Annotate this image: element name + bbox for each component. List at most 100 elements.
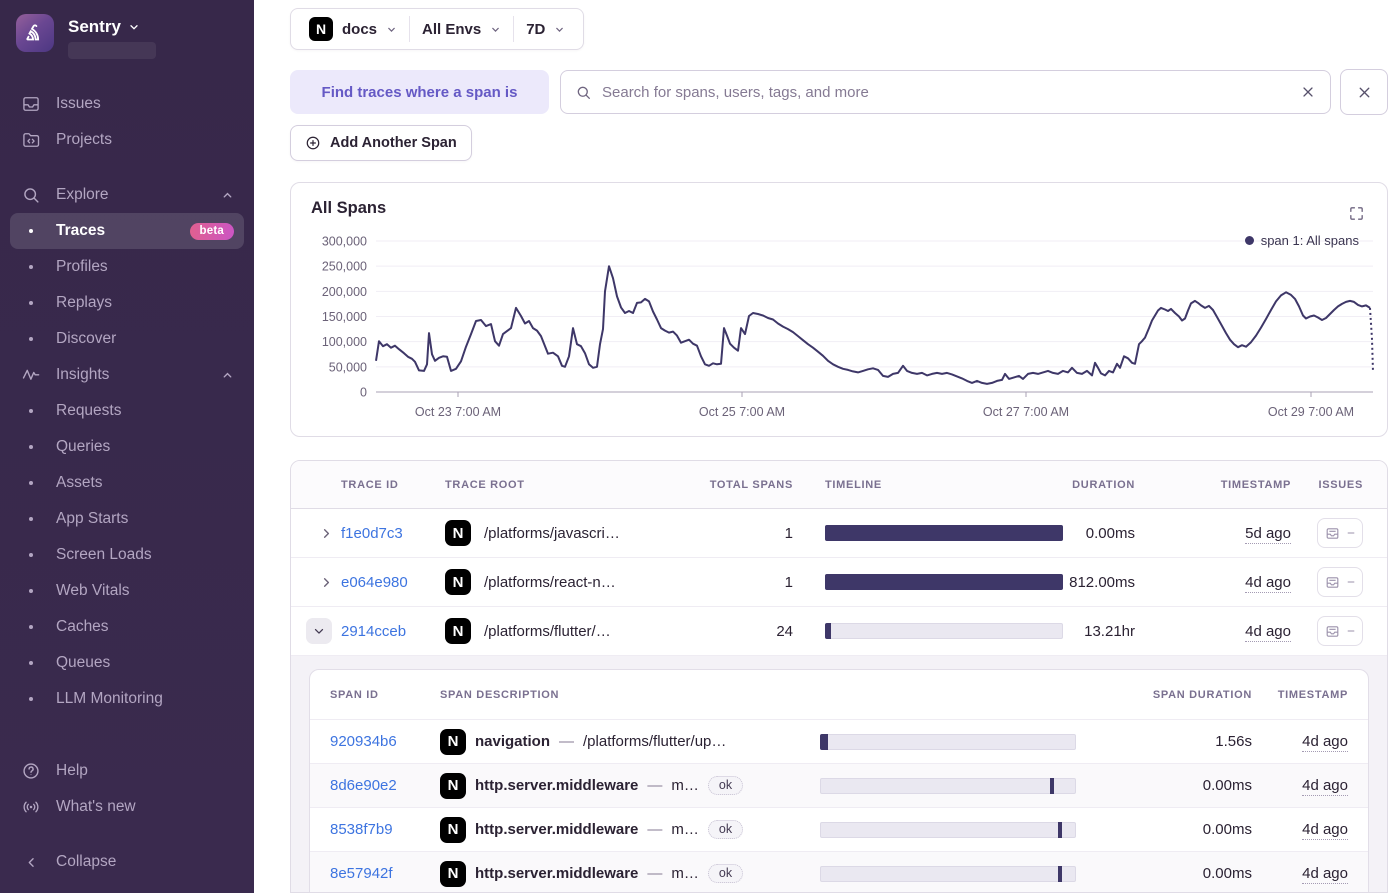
sidebar-item-traces[interactable]: Traces beta	[10, 213, 244, 249]
nextjs-platform-icon: N	[440, 816, 466, 843]
duration: 13.21hr	[1084, 622, 1135, 640]
sidebar-item-queues[interactable]: Queues	[10, 645, 244, 681]
span-duration: 1.56s	[1215, 733, 1252, 750]
date-range-value: 7D	[526, 20, 546, 38]
sentry-logo[interactable]	[16, 14, 54, 52]
col-trace-id: TRACE ID	[341, 478, 399, 491]
span-id-link[interactable]: 920934b6	[330, 733, 440, 750]
sidebar-item-projects[interactable]: Projects	[10, 122, 244, 158]
issues-button[interactable]	[1317, 567, 1363, 597]
sidebar-item-whats-new[interactable]: What's new	[10, 789, 244, 825]
bullet-icon	[20, 553, 42, 557]
bullet-icon	[20, 337, 42, 341]
bullet-icon	[20, 517, 42, 521]
span-id-link[interactable]: 8538f7b9	[330, 821, 440, 838]
sidebar-item-label: Collapse	[56, 853, 117, 870]
spans-subtable-header: SPAN ID SPAN DESCRIPTION SPAN DURATION T…	[310, 670, 1368, 720]
issues-icon	[1326, 576, 1338, 588]
environment-filter[interactable]: All Envs	[410, 9, 513, 49]
duration: 812.00ms	[1069, 573, 1135, 591]
sidebar-item-app-starts[interactable]: App Starts	[10, 501, 244, 537]
sidebar-item-label: Web Vitals	[56, 582, 130, 599]
sidebar-item-queries[interactable]: Queries	[10, 429, 244, 465]
span-search-input[interactable]	[602, 83, 1290, 101]
sentry-logo-icon	[26, 24, 40, 41]
sidebar-item-replays[interactable]: Replays	[10, 285, 244, 321]
issues-icon	[1326, 527, 1338, 539]
sidebar-item-label: What's new	[56, 798, 136, 815]
bullet-icon	[20, 265, 42, 269]
collapse-row-icon[interactable]	[306, 618, 332, 644]
svg-text:50,000: 50,000	[329, 360, 367, 374]
dash-icon	[1347, 630, 1354, 632]
span-row: 8e57942f N http.server.middleware — m… o…	[310, 852, 1368, 892]
expand-row-icon[interactable]	[311, 575, 341, 590]
svg-text:150,000: 150,000	[322, 310, 367, 324]
chevron-up-icon[interactable]	[221, 189, 234, 202]
sidebar-item-profiles[interactable]: Profiles	[10, 249, 244, 285]
add-another-span-button[interactable]: Add Another Span	[290, 125, 472, 161]
span-id-link[interactable]: 8d6e90e2	[330, 777, 440, 794]
total-spans: 1	[784, 573, 793, 591]
sidebar-item-label: Issues	[56, 95, 101, 112]
svg-text:300,000: 300,000	[322, 235, 367, 249]
clear-search-icon[interactable]	[1300, 84, 1316, 100]
sidebar-item-discover[interactable]: Discover	[10, 321, 244, 357]
sidebar-item-label: Profiles	[56, 258, 108, 275]
dash: —	[647, 865, 663, 882]
legend-dot	[1244, 236, 1254, 245]
sidebar-item-insights[interactable]: Insights	[10, 357, 244, 393]
brand-name: Sentry	[68, 17, 121, 36]
table-row: f1e0d7c3 N/platforms/javascri… 1 0.00ms …	[291, 509, 1387, 558]
span-row: 920934b6 N navigation — /platforms/flutt…	[310, 720, 1368, 764]
sidebar-item-caches[interactable]: Caches	[10, 609, 244, 645]
chevron-down-icon	[556, 27, 564, 32]
col-span-duration: SPAN DURATION	[1152, 688, 1252, 701]
sidebar-item-llm-monitoring[interactable]: LLM Monitoring	[10, 681, 244, 717]
span-search-bar	[560, 70, 1331, 114]
sidebar-item-issues[interactable]: Issues	[10, 86, 244, 122]
issues-button[interactable]	[1317, 616, 1363, 646]
all-spans-line-chart[interactable]: 300,000 250,000 200,000 150,000 100,000 50,00…	[291, 183, 1387, 436]
timeline-bar	[825, 623, 1063, 639]
date-range-filter[interactable]: 7D	[514, 9, 577, 49]
expand-row-icon[interactable]	[311, 526, 341, 541]
sidebar-item-label: Queues	[56, 654, 111, 671]
col-duration: DURATION	[1072, 478, 1135, 491]
issues-button[interactable]	[1317, 518, 1363, 548]
trace-id-link[interactable]: e064e980	[341, 574, 445, 591]
org-switcher[interactable]: Sentry	[68, 17, 156, 37]
bullet-icon	[20, 589, 42, 593]
timestamp: 4d ago	[1302, 733, 1348, 752]
traces-table: TRACE ID TRACE ROOT TOTAL SPANS TIMELINE…	[290, 460, 1388, 893]
sidebar-item-explore[interactable]: Explore	[10, 177, 244, 213]
sidebar-item-label: Requests	[56, 402, 122, 419]
sidebar-item-help[interactable]: Help	[10, 753, 244, 789]
span-id-link[interactable]: 8e57942f	[330, 865, 440, 882]
spans-subtable: SPAN ID SPAN DESCRIPTION SPAN DURATION T…	[309, 669, 1369, 892]
chevron-up-icon[interactable]	[221, 369, 234, 382]
trace-id-link[interactable]: f1e0d7c3	[341, 525, 445, 542]
dash: —	[647, 821, 663, 838]
sidebar-item-web-vitals[interactable]: Web Vitals	[10, 573, 244, 609]
col-total-spans: TOTAL SPANS	[709, 478, 793, 491]
trace-id-link[interactable]: 2914cceb	[341, 623, 445, 640]
timeline-bar	[820, 733, 1076, 750]
expand-chart-icon[interactable]	[1348, 205, 1365, 222]
main-content: N docs All Envs 7D Find traces where a s…	[254, 0, 1400, 893]
environment-filter-value: All Envs	[422, 20, 482, 38]
sidebar-item-label: Caches	[56, 618, 109, 635]
sidebar-item-screen-loads[interactable]: Screen Loads	[10, 537, 244, 573]
project-filter[interactable]: N docs	[297, 9, 409, 49]
sidebar-item-requests[interactable]: Requests	[10, 393, 244, 429]
timeline-bar	[820, 821, 1076, 838]
remove-span-button[interactable]	[1340, 69, 1388, 115]
sidebar-collapse-button[interactable]: Collapse	[10, 844, 244, 880]
timestamp: 4d ago	[1245, 622, 1291, 642]
bullet-icon	[20, 409, 42, 413]
chart-legend[interactable]: span 1: All spans	[1244, 233, 1359, 248]
span-duration: 0.00ms	[1202, 865, 1252, 882]
sidebar-item-label: Screen Loads	[56, 546, 152, 563]
bullet-icon	[20, 481, 42, 485]
sidebar-item-assets[interactable]: Assets	[10, 465, 244, 501]
